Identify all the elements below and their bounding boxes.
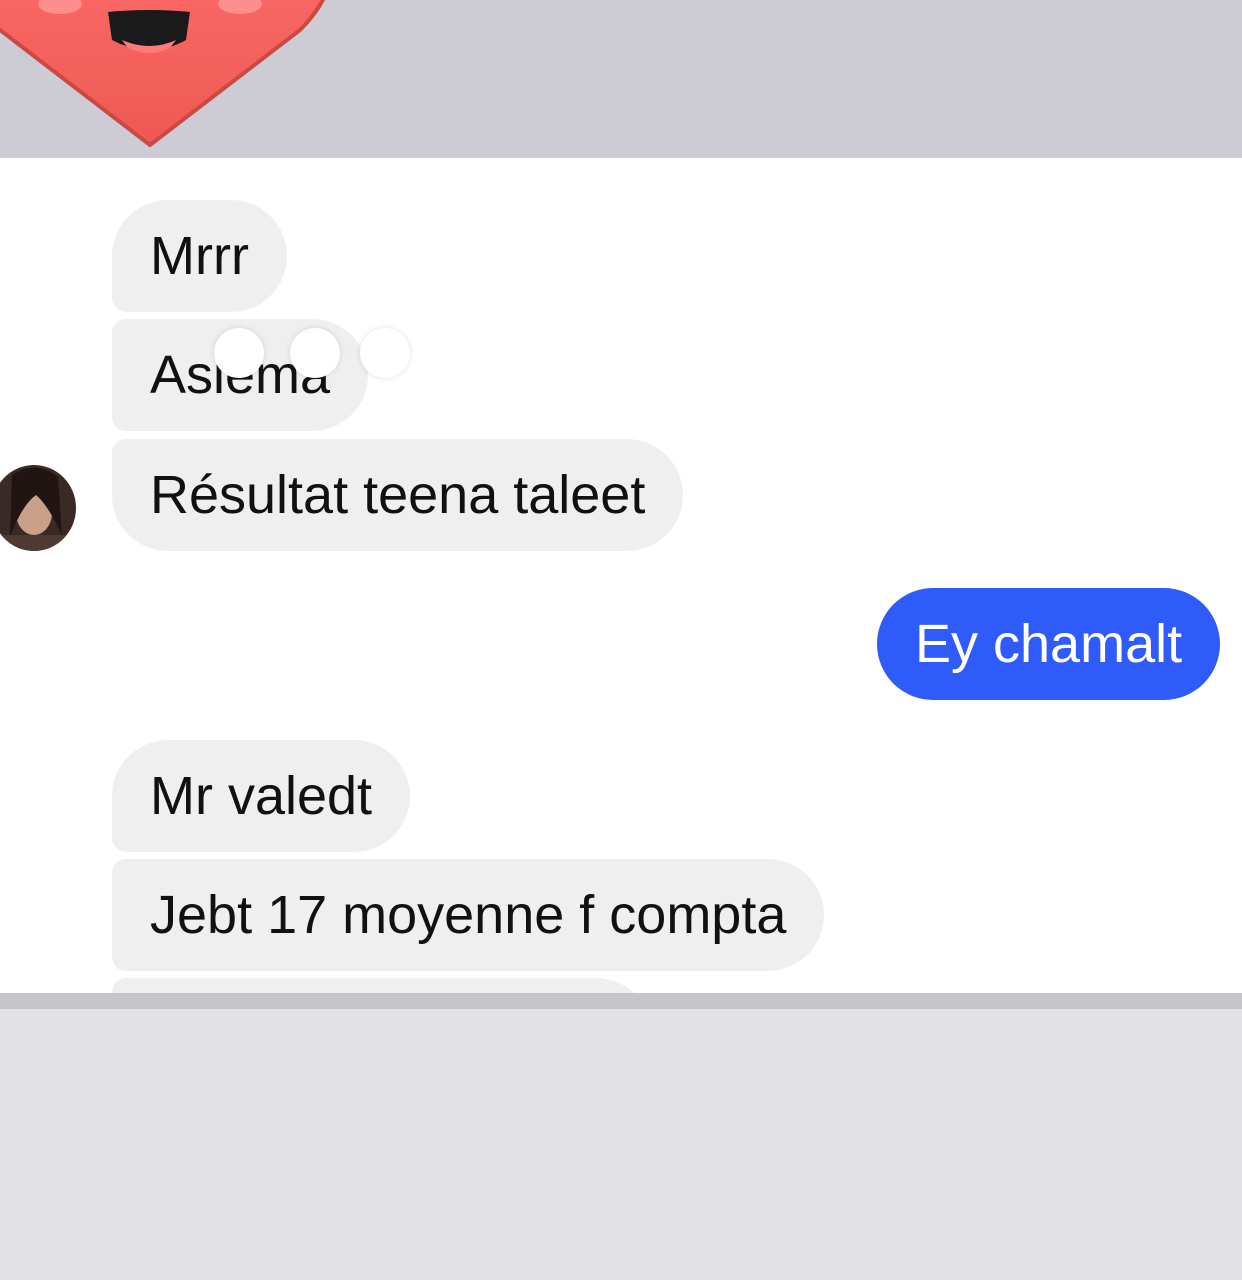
sticker-strip [0, 0, 1242, 158]
bottom-area [0, 1009, 1242, 1280]
incoming-message-bubble[interactable]: Résultat teena taleet [112, 439, 684, 551]
incoming-message-bubble-partial[interactable] [112, 978, 652, 993]
chat-panel[interactable]: Mrrr Asiema Résultat teena taleet Ey cha… [0, 158, 1242, 993]
typing-indicator-icon [214, 328, 414, 378]
typing-dot [290, 328, 340, 378]
typing-dot [360, 328, 410, 378]
outgoing-message-bubble[interactable]: Ey chamalt [877, 588, 1221, 700]
incoming-message-bubble[interactable]: Jebt 17 moyenne f compta [112, 859, 825, 971]
divider [0, 993, 1242, 1009]
typing-dot [214, 328, 264, 378]
incoming-message-bubble[interactable]: Mr valedt [112, 740, 411, 852]
heart-face-sticker-icon [0, 0, 325, 148]
avatar-photo [0, 465, 76, 551]
incoming-message-bubble[interactable]: Mrrr [112, 200, 287, 312]
contact-avatar[interactable] [0, 465, 76, 551]
